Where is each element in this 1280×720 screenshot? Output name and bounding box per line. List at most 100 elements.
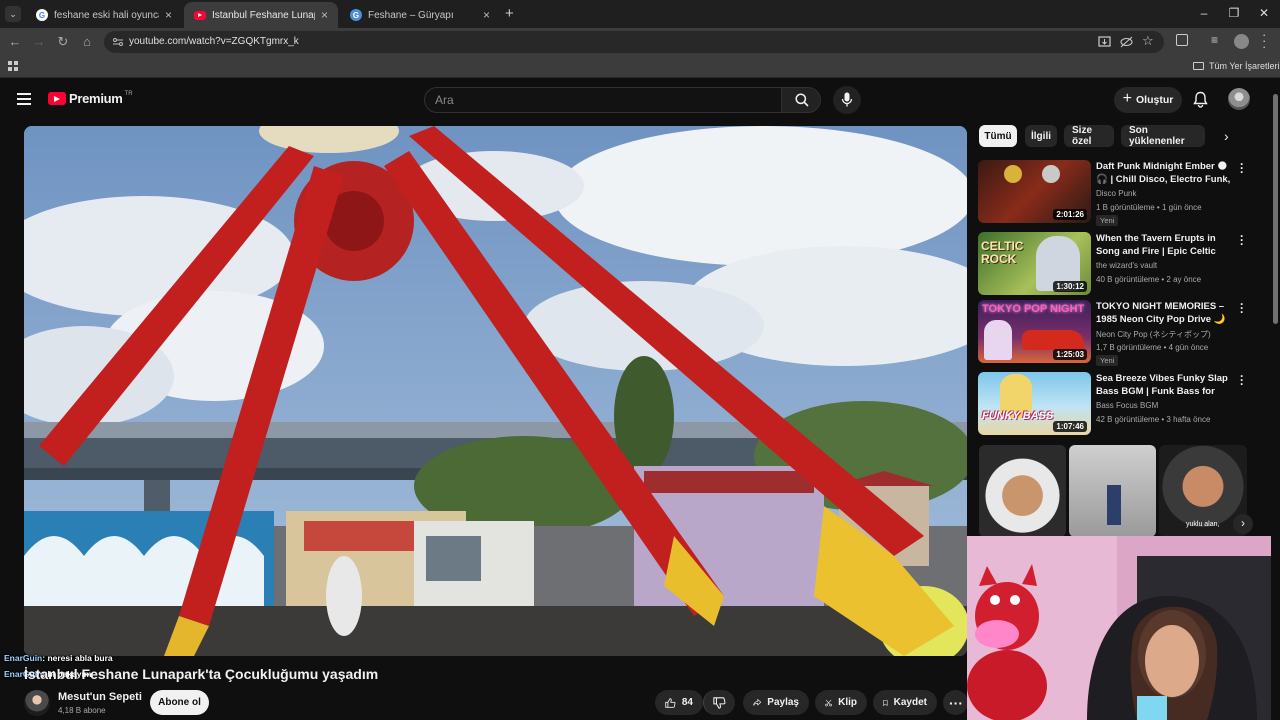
video-meta: 1 B görüntüleme • 1 gün önce bbox=[1096, 203, 1202, 212]
scrollbar-thumb[interactable] bbox=[1273, 94, 1278, 324]
kebab-menu-icon[interactable]: · · · bbox=[1238, 370, 1246, 390]
notifications-bell-icon[interactable] bbox=[1193, 91, 1208, 108]
chip-related[interactable]: İlgili bbox=[1025, 125, 1057, 147]
site-info-icon[interactable] bbox=[112, 36, 124, 48]
reading-list-icon[interactable]: ≡ bbox=[1211, 33, 1218, 47]
kebab-menu-icon[interactable]: · · · bbox=[1238, 230, 1246, 250]
clip-label: Klip bbox=[838, 697, 857, 708]
video-thumbnail[interactable]: FUNKY BASS 1:07:46 bbox=[978, 372, 1091, 435]
all-bookmarks-folder[interactable]: Tüm Yer İşaretleri bbox=[1193, 61, 1280, 71]
video-meta: 40 B görüntüleme • 2 ay önce bbox=[1096, 275, 1202, 284]
share-button[interactable]: Paylaş bbox=[743, 690, 809, 715]
close-icon[interactable]: × bbox=[483, 8, 490, 22]
video-title[interactable]: Sea Breeze Vibes Funky Slap Bass BGM | F… bbox=[1096, 372, 1231, 398]
webcam-overlay bbox=[967, 536, 1280, 720]
chevron-right-icon[interactable]: › bbox=[1224, 128, 1229, 144]
subscriber-count: 4,18 B abone bbox=[58, 706, 106, 715]
video-thumbnail[interactable]: TOKYO POP NIGHT 1:25:03 bbox=[978, 300, 1091, 363]
forward-button[interactable]: → bbox=[31, 34, 47, 50]
recommendation-item[interactable]: 2:01:26 Daft Punk Midnight Ember 🌑 🎧 | C… bbox=[978, 158, 1268, 226]
video-duration: 1:07:46 bbox=[1053, 421, 1087, 432]
page-scrollbar[interactable] bbox=[1271, 80, 1280, 720]
youtube-premium-logo[interactable]: Premium TR bbox=[48, 91, 133, 106]
webcam-frame bbox=[967, 536, 1280, 720]
hide-eye-icon[interactable] bbox=[1120, 36, 1133, 48]
youtube-icon bbox=[194, 10, 206, 20]
new-badge: Yeni bbox=[1096, 215, 1119, 226]
video-title[interactable]: TOKYO NIGHT MEMORIES – 1985 Neon City Po… bbox=[1096, 300, 1231, 326]
video-thumbnail[interactable]: CELTIC ROCK 1:30:12 bbox=[978, 232, 1091, 295]
video-thumbnail[interactable]: 2:01:26 bbox=[978, 160, 1091, 223]
short-thumbnail[interactable] bbox=[1069, 445, 1156, 537]
channel-name[interactable]: Disco Punk bbox=[1096, 189, 1136, 198]
reload-button[interactable]: ↻ bbox=[55, 34, 71, 50]
channel-avatar[interactable] bbox=[24, 690, 50, 716]
minimize-button[interactable]: – bbox=[1194, 6, 1214, 20]
create-button[interactable]: + Oluştur bbox=[1114, 87, 1182, 113]
kebab-menu-icon[interactable]: · · · bbox=[1238, 158, 1246, 178]
bookmark-star-icon[interactable]: ☆ bbox=[1142, 33, 1154, 49]
chat-text: : neresi abla bura bbox=[42, 653, 113, 663]
dislike-button[interactable] bbox=[703, 690, 735, 715]
thumbnail-text: CELTIC ROCK bbox=[981, 239, 1024, 266]
window-close-button[interactable]: ✕ bbox=[1254, 6, 1274, 20]
recommendation-item[interactable]: FUNKY BASS 1:07:46 Sea Breeze Vibes Funk… bbox=[978, 370, 1268, 436]
tab-title: Feshane – Güryapı bbox=[368, 9, 454, 21]
browser-tab-youtube[interactable]: İstanbul Feshane Lunapark'ta Ço × bbox=[184, 2, 338, 28]
chip-recent[interactable]: Son yüklenenler bbox=[1121, 125, 1205, 147]
scissors-icon bbox=[825, 699, 832, 706]
search-box bbox=[424, 87, 782, 113]
google-icon: G bbox=[36, 9, 48, 21]
subscribe-button[interactable]: Abone ol bbox=[150, 690, 209, 715]
channel-name[interactable]: Mesut'un Sepeti bbox=[58, 691, 142, 703]
search-icon bbox=[795, 93, 809, 107]
share-label: Paylaş bbox=[767, 697, 799, 708]
install-app-icon[interactable] bbox=[1098, 36, 1111, 48]
channel-name[interactable]: Neon City Pop (ネシティポップ) bbox=[1096, 329, 1211, 340]
url-text: youtube.com/watch?v=ZGQKTgmrx_k bbox=[129, 36, 299, 47]
tab-title: feshane eski hali oyuncaklar - Go bbox=[54, 9, 159, 21]
channel-name[interactable]: Bass Focus BGM bbox=[1096, 401, 1158, 410]
search-button[interactable] bbox=[781, 87, 821, 113]
like-button[interactable]: 84 bbox=[655, 690, 703, 715]
clip-button[interactable]: Klip bbox=[815, 690, 867, 715]
restore-button[interactable]: ❐ bbox=[1224, 6, 1244, 20]
more-actions-button[interactable]: ··· bbox=[943, 690, 968, 715]
search-input[interactable] bbox=[425, 88, 781, 112]
address-bar[interactable]: youtube.com/watch?v=ZGQKTgmrx_k bbox=[104, 31, 1164, 53]
share-icon bbox=[753, 698, 762, 706]
home-button[interactable]: ⌂ bbox=[79, 34, 95, 50]
chip-all[interactable]: Tümü bbox=[979, 125, 1017, 147]
youtube-logo-icon bbox=[48, 92, 66, 105]
video-title[interactable]: When the Tavern Erupts in Song and Fire … bbox=[1096, 232, 1231, 258]
video-player[interactable] bbox=[24, 126, 967, 656]
browser-tab-feshane[interactable]: G Feshane – Güryapı × bbox=[340, 2, 500, 28]
back-button[interactable]: ← bbox=[7, 34, 23, 50]
youtube-masthead: Premium TR + Oluştur bbox=[0, 80, 1270, 120]
video-title[interactable]: Daft Punk Midnight Ember 🌑 🎧 | Chill Dis… bbox=[1096, 160, 1231, 186]
recommendation-item[interactable]: CELTIC ROCK 1:30:12 When the Tavern Erup… bbox=[978, 230, 1268, 296]
kebab-menu-icon[interactable]: · · · bbox=[1238, 298, 1246, 318]
browser-menu-icon[interactable]: · · · bbox=[1262, 28, 1266, 53]
apps-grid-icon[interactable] bbox=[8, 61, 19, 72]
voice-search-button[interactable] bbox=[833, 86, 861, 114]
chip-for-you[interactable]: Size özel bbox=[1064, 125, 1114, 147]
create-label: Oluştur bbox=[1136, 94, 1174, 106]
account-avatar[interactable] bbox=[1228, 88, 1250, 110]
channel-name[interactable]: the wizard's vault bbox=[1096, 261, 1157, 270]
extensions-icon[interactable] bbox=[1176, 34, 1188, 46]
close-icon[interactable]: × bbox=[321, 8, 328, 22]
short-thumbnail[interactable] bbox=[979, 445, 1066, 537]
new-badge: Yeni bbox=[1096, 355, 1119, 366]
browser-tab-google[interactable]: G feshane eski hali oyuncaklar - Go × bbox=[26, 2, 182, 28]
save-button[interactable]: Kaydet bbox=[873, 690, 937, 715]
profile-icon[interactable] bbox=[1234, 34, 1249, 49]
thumbs-up-icon bbox=[665, 697, 676, 708]
new-tab-button[interactable]: + bbox=[505, 5, 514, 22]
shorts-next-button[interactable]: › bbox=[1233, 514, 1253, 534]
close-icon[interactable]: × bbox=[165, 8, 172, 22]
video-duration: 1:30:12 bbox=[1053, 281, 1087, 292]
tab-search-icon[interactable]: ⌄ bbox=[5, 6, 21, 22]
recommendation-item[interactable]: TOKYO POP NIGHT 1:25:03 TOKYO NIGHT MEMO… bbox=[978, 298, 1268, 366]
hamburger-menu-icon[interactable] bbox=[17, 93, 31, 105]
